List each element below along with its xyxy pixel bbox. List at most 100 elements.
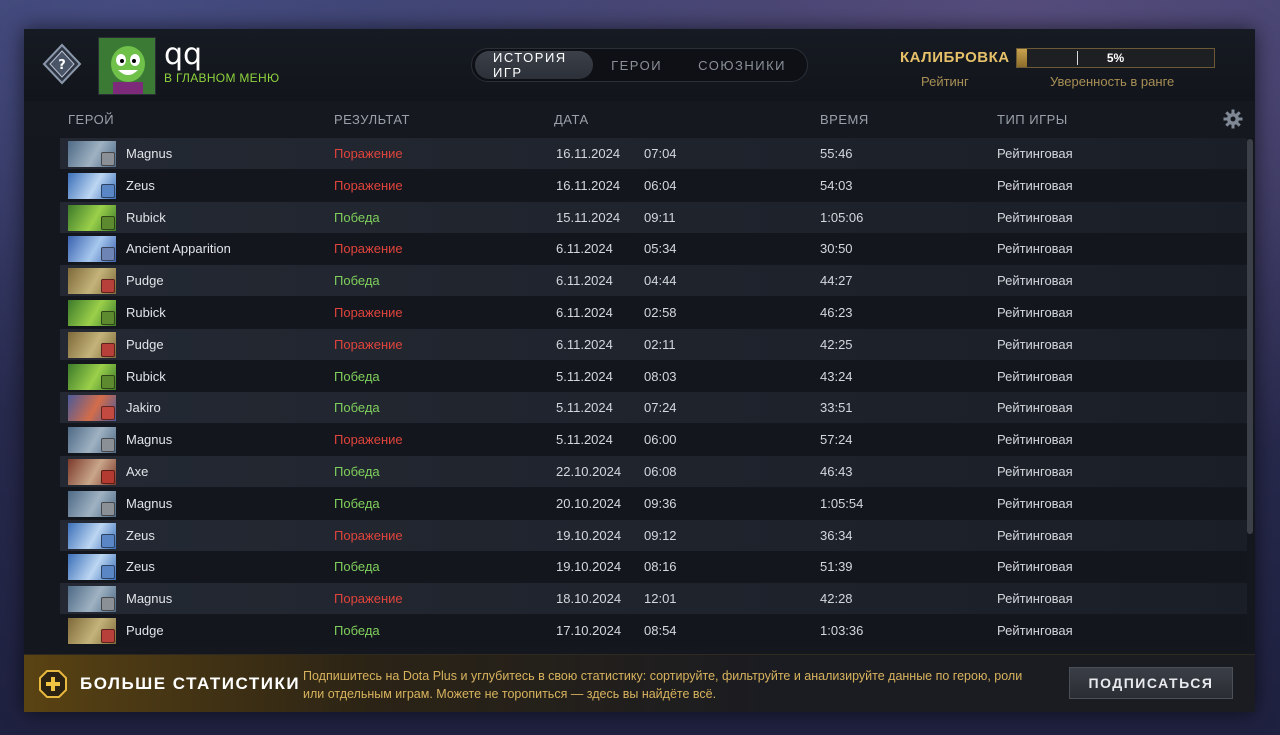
banner-text: Подпишитесь на Dota Plus и углубитесь в … bbox=[303, 669, 1023, 701]
facet-icon bbox=[101, 342, 115, 357]
match-result: Поражение bbox=[334, 305, 403, 320]
match-time: 08:16 bbox=[644, 559, 677, 575]
match-date: 17.10.2024 bbox=[556, 623, 622, 638]
match-duration: 1:05:06 bbox=[820, 209, 864, 225]
table-row[interactable]: Jakiro Победа 5.11.2024 07:24 33:51 Рейтингов… bbox=[60, 392, 1247, 424]
match-duration: 36:34 bbox=[820, 527, 853, 543]
hero-name: Jakiro bbox=[126, 400, 161, 416]
match-duration: 43:24 bbox=[820, 368, 853, 384]
hero-portrait bbox=[68, 554, 116, 581]
facet-icon bbox=[101, 374, 115, 389]
table-row[interactable]: Magnus Победа 20.10.2024 09:36 1:05:54 Рейтин… bbox=[60, 487, 1247, 519]
tab-allies[interactable]: СОЮЗНИКИ bbox=[680, 51, 804, 79]
game-type: Рейтинговая bbox=[997, 495, 1073, 511]
hero-name: Pudge bbox=[126, 623, 164, 638]
table-row[interactable]: Rubick Победа 15.11.2024 09:11 1:05:06 Рейтин… bbox=[60, 201, 1247, 233]
match-duration: 55:46 bbox=[820, 146, 853, 161]
hero-portrait bbox=[68, 172, 116, 199]
profile-header: ? qq В ГЛАВНОМ МЕНЮ ИСТОРИЯ ИГР ГЕРОИ СО… bbox=[24, 29, 1255, 101]
column-date[interactable]: ДАТА bbox=[554, 112, 589, 127]
table-header: ГЕРОЙ РЕЗУЛЬТАТ ДАТА ВРЕМЯ ТИП ИГРЫ bbox=[24, 101, 1255, 137]
subscribe-button[interactable]: ПОДПИСАТЬСЯ bbox=[1069, 667, 1233, 699]
facet-icon bbox=[101, 501, 115, 516]
hero-name: Zeus bbox=[126, 527, 155, 543]
dota-plus-banner: БОЛЬШЕ СТАТИСТИКИ Подпишитесь на Dota Pl… bbox=[24, 654, 1255, 712]
table-row[interactable]: Axe Победа 22.10.2024 06:08 46:43 Рейтинговая bbox=[60, 456, 1247, 487]
rating-label: Рейтинг bbox=[921, 74, 969, 89]
hero-name: Rubick bbox=[126, 305, 166, 320]
column-duration[interactable]: ВРЕМЯ bbox=[820, 112, 869, 127]
dota-plus-icon bbox=[39, 670, 67, 698]
match-date: 6.11.2024 bbox=[556, 273, 613, 289]
match-history-panel: ? qq В ГЛАВНОМ МЕНЮ ИСТОРИЯ ИГР ГЕРОИ СО… bbox=[24, 29, 1255, 712]
facet-icon bbox=[101, 183, 115, 198]
facet-icon bbox=[101, 533, 115, 548]
tab-heroes[interactable]: ГЕРОИ bbox=[593, 51, 680, 79]
hero-portrait bbox=[68, 268, 116, 295]
table-row[interactable]: Ancient Apparition Поражение 6.11.2024 05:3… bbox=[60, 233, 1247, 265]
table-row[interactable]: Zeus Победа 19.10.2024 08:16 51:39 Рейтингова… bbox=[60, 551, 1247, 583]
rank-unknown-badge-icon[interactable]: ? bbox=[42, 43, 82, 85]
table-row[interactable]: Pudge Поражение 6.11.2024 02:11 42:25 Рейтинг… bbox=[60, 328, 1247, 360]
avatar[interactable] bbox=[98, 37, 156, 95]
table-row[interactable]: Rubick Победа 5.11.2024 08:03 43:24 Рейтингов… bbox=[60, 360, 1247, 392]
hero-portrait bbox=[68, 236, 116, 263]
table-row[interactable]: Zeus Поражение 19.10.2024 09:12 36:34 Рейтинг… bbox=[60, 519, 1247, 551]
match-result: Поражение bbox=[334, 241, 403, 257]
table-row[interactable]: Zeus Поражение 16.11.2024 06:04 54:03 Рейтинг… bbox=[60, 169, 1247, 201]
match-date: 6.11.2024 bbox=[556, 305, 613, 320]
match-time: 06:08 bbox=[644, 464, 677, 479]
game-type: Рейтинговая bbox=[997, 368, 1073, 384]
facet-icon bbox=[101, 311, 115, 325]
hero-portrait bbox=[68, 395, 116, 422]
table-row[interactable]: Magnus Поражение 18.10.2024 12:01 42:28 Рейти… bbox=[60, 583, 1247, 615]
table-row[interactable]: Pudge Победа 17.10.2024 08:54 1:03:36 Рейтинг… bbox=[60, 615, 1247, 646]
match-result: Победа bbox=[334, 559, 380, 575]
facet-icon bbox=[101, 565, 115, 580]
match-date: 5.11.2024 bbox=[556, 400, 613, 416]
hero-portrait bbox=[68, 490, 116, 517]
hero-portrait bbox=[68, 459, 116, 485]
match-duration: 42:25 bbox=[820, 336, 853, 352]
hero-name: Magnus bbox=[126, 146, 173, 161]
table-row[interactable]: Pudge Победа 6.11.2024 04:44 44:27 Рейтингова… bbox=[60, 265, 1247, 297]
match-result: Победа bbox=[334, 464, 380, 479]
column-game-type[interactable]: ТИП ИГРЫ bbox=[997, 112, 1068, 127]
match-date: 18.10.2024 bbox=[556, 591, 622, 607]
match-duration: 30:50 bbox=[820, 241, 853, 257]
hero-name: Magnus bbox=[126, 495, 173, 511]
confidence-value: 5% bbox=[1106, 51, 1125, 65]
table-row[interactable]: Magnus Поражение 16.11.2024 07:04 55:46 Рейти… bbox=[60, 138, 1247, 169]
hero-name: Rubick bbox=[126, 209, 166, 225]
facet-icon bbox=[101, 629, 115, 643]
column-result[interactable]: РЕЗУЛЬТАТ bbox=[334, 112, 410, 127]
table-row[interactable]: Magnus Поражение 5.11.2024 06:00 57:24 Рейтин… bbox=[60, 424, 1247, 456]
match-time: 12:01 bbox=[644, 591, 677, 607]
game-type: Рейтинговая bbox=[997, 432, 1073, 448]
game-type: Рейтинговая bbox=[997, 591, 1073, 607]
match-duration: 1:05:54 bbox=[820, 495, 864, 511]
tab-match-history[interactable]: ИСТОРИЯ ИГР bbox=[475, 50, 594, 80]
column-hero[interactable]: ГЕРОЙ bbox=[68, 112, 114, 127]
avatar-image bbox=[99, 38, 155, 94]
hero-portrait bbox=[68, 300, 116, 326]
match-result: Поражение bbox=[334, 146, 403, 161]
match-time: 04:44 bbox=[644, 273, 677, 289]
match-result: Победа bbox=[334, 623, 380, 638]
scrollbar[interactable] bbox=[1247, 139, 1253, 534]
match-duration: 33:51 bbox=[820, 400, 853, 416]
game-type: Рейтинговая bbox=[997, 146, 1073, 161]
game-type: Рейтинговая bbox=[997, 400, 1073, 416]
svg-text:?: ? bbox=[58, 58, 66, 73]
match-time: 06:04 bbox=[644, 177, 677, 193]
hero-portrait bbox=[68, 522, 116, 549]
match-time: 08:54 bbox=[644, 623, 677, 638]
facet-icon bbox=[101, 152, 115, 166]
match-date: 22.10.2024 bbox=[556, 464, 622, 479]
gear-icon[interactable] bbox=[1223, 109, 1243, 129]
match-time: 09:36 bbox=[644, 495, 677, 511]
table-row[interactable]: Rubick Поражение 6.11.2024 02:58 46:23 Рейтин… bbox=[60, 297, 1247, 328]
hero-portrait bbox=[68, 427, 116, 454]
hero-name: Rubick bbox=[126, 368, 166, 384]
match-date: 5.11.2024 bbox=[556, 432, 613, 448]
